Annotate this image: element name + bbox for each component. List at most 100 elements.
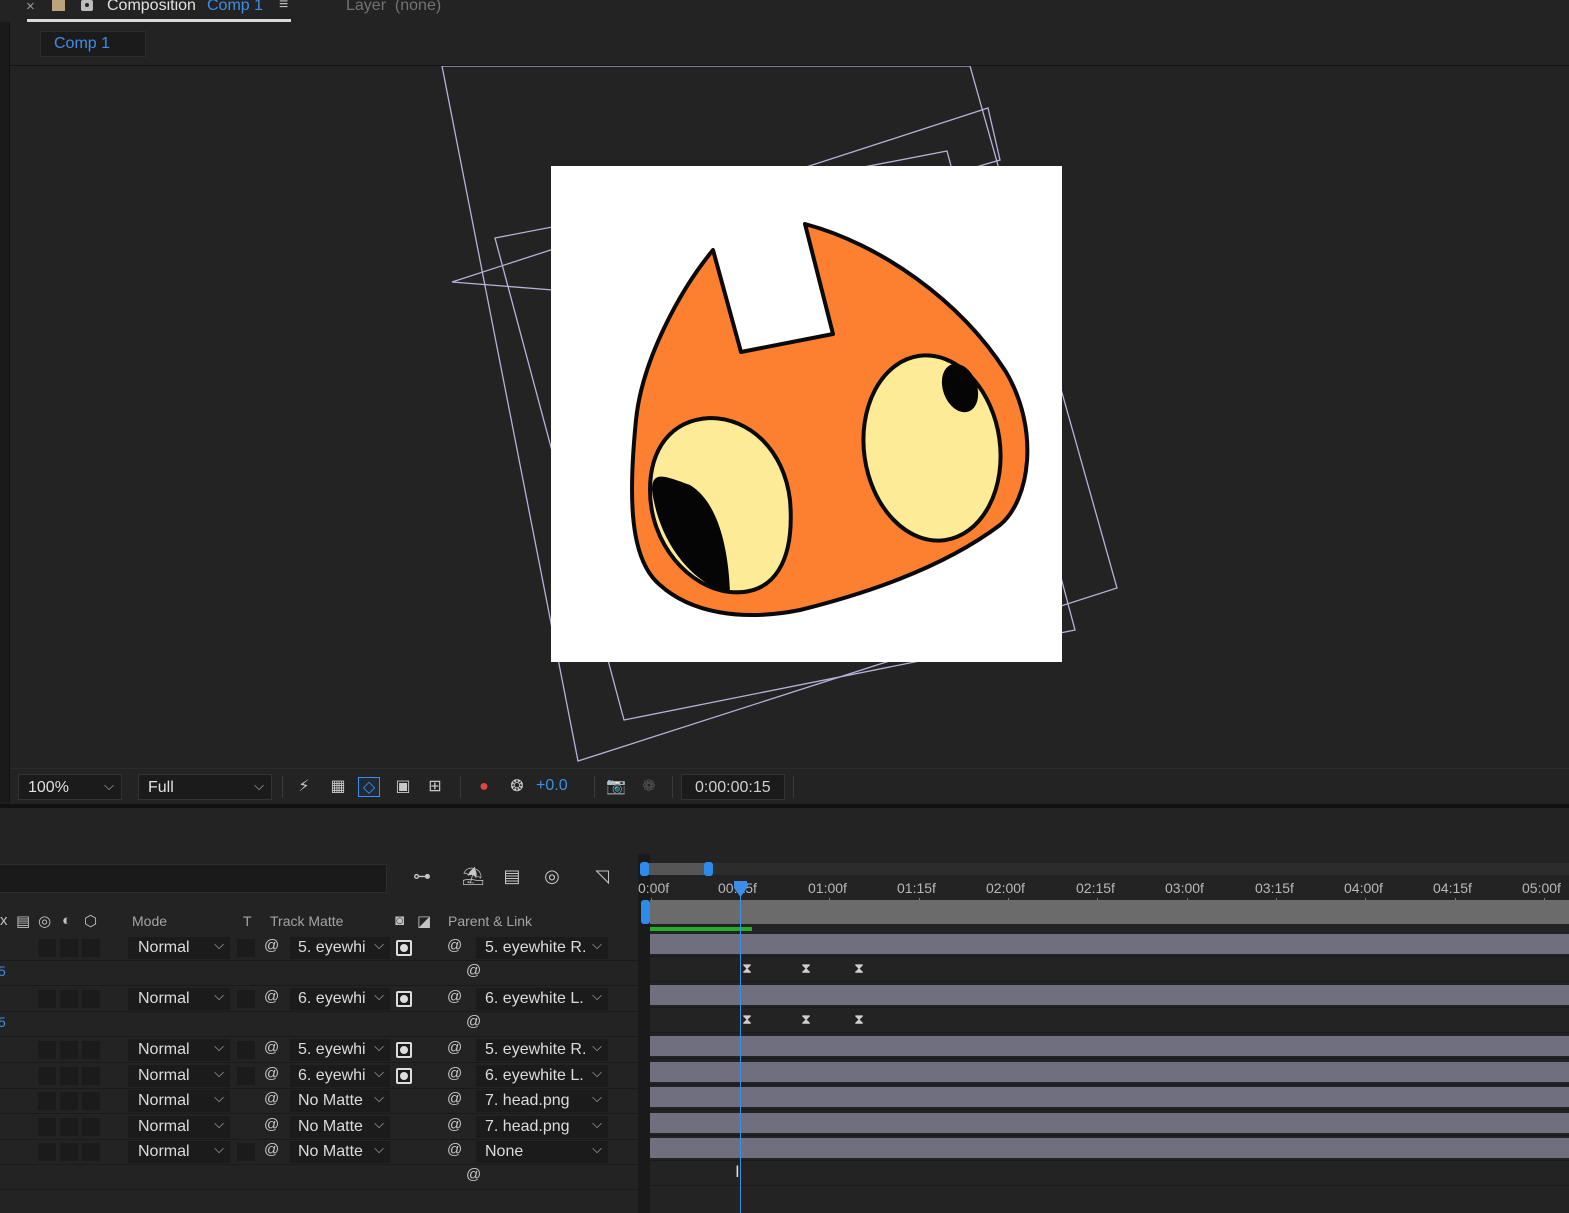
property-pickwhip-icon[interactable]: @ bbox=[466, 962, 481, 979]
property-row[interactable]: @ bbox=[0, 1165, 638, 1190]
layer-switch[interactable] bbox=[82, 939, 100, 957]
matte-alpha-toggle[interactable] bbox=[396, 940, 412, 956]
timeline-search-input[interactable] bbox=[0, 864, 387, 893]
layer-row[interactable]: Normal ⌵ @ 6. eyewhi ⌵ @ 6. eyewhite L. ⌵ bbox=[0, 1064, 638, 1089]
layer-switch[interactable] bbox=[60, 1118, 78, 1136]
layer-mode-dropdown[interactable]: Normal ⌵ bbox=[128, 1065, 230, 1087]
parent-pickwhip-icon[interactable]: @ bbox=[447, 1065, 462, 1082]
matte-pickwhip-icon[interactable]: @ bbox=[264, 1141, 279, 1158]
layer-row[interactable]: Normal ⌵ @ No Matte ⌵ @ 7. head.png ⌵ bbox=[0, 1115, 638, 1140]
layer-tab[interactable]: Layer (none) bbox=[346, 0, 441, 15]
matte-alpha-toggle[interactable] bbox=[396, 1068, 412, 1084]
layer-switch[interactable] bbox=[60, 939, 78, 957]
reset-exposure-icon[interactable]: ❂ bbox=[506, 777, 528, 797]
parent-dropdown[interactable]: None ⌵ bbox=[476, 1141, 608, 1163]
layer-duration-bar[interactable] bbox=[650, 1087, 1569, 1107]
layer-row[interactable]: Normal ⌵ @ No Matte ⌵ @ None ⌵ bbox=[0, 1140, 638, 1165]
track-matte-dropdown[interactable]: 5. eyewhi ⌵ bbox=[290, 1039, 390, 1061]
lock-icon[interactable] bbox=[81, 0, 93, 11]
parent-pickwhip-icon[interactable]: @ bbox=[447, 937, 462, 954]
layer-switch[interactable] bbox=[82, 1067, 100, 1085]
layer-track[interactable] bbox=[650, 1085, 1569, 1110]
layer-switch[interactable] bbox=[60, 1143, 78, 1161]
layer-switch[interactable] bbox=[38, 1092, 56, 1110]
layer-switch[interactable] bbox=[38, 1041, 56, 1059]
matte-alpha-toggle[interactable] bbox=[396, 991, 412, 1007]
keyframe-icon[interactable]: ⧗ bbox=[852, 961, 866, 975]
keyframe-icon[interactable]: ⧗ bbox=[799, 961, 813, 975]
parent-dropdown[interactable]: 7. head.png ⌵ bbox=[476, 1116, 608, 1138]
layer-switch[interactable] bbox=[38, 1067, 56, 1085]
fast-preview-icon[interactable]: ⚡ bbox=[293, 777, 315, 797]
track-matte-dropdown[interactable]: 6. eyewhi ⌵ bbox=[290, 1065, 390, 1087]
parent-dropdown[interactable]: 6. eyewhite L. ⌵ bbox=[476, 1065, 608, 1087]
keyframe-icon[interactable]: ⧗ bbox=[740, 961, 754, 975]
layer-switch[interactable] bbox=[82, 990, 100, 1008]
layer-mode-dropdown[interactable]: Normal ⌵ bbox=[128, 937, 230, 959]
layer-duration-bar[interactable] bbox=[650, 1113, 1569, 1133]
current-time-indicator-line[interactable] bbox=[740, 884, 741, 1213]
track-matte-dropdown[interactable]: 6. eyewhi ⌵ bbox=[290, 988, 390, 1010]
layer-mode-dropdown[interactable]: Normal ⌵ bbox=[128, 1090, 230, 1112]
snapshot-camera-icon[interactable]: 📷 bbox=[605, 777, 627, 797]
graph-editor-icon[interactable]: ◹ bbox=[588, 866, 616, 892]
composition-viewer[interactable] bbox=[10, 66, 1569, 768]
preserve-transparency-toggle[interactable] bbox=[237, 1041, 255, 1059]
time-navigator-start-handle[interactable] bbox=[640, 862, 649, 876]
preserve-transparency-toggle[interactable] bbox=[237, 990, 255, 1008]
time-navigator-track[interactable] bbox=[641, 863, 1569, 875]
close-tab-icon[interactable]: × bbox=[26, 0, 35, 15]
region-of-interest-icon[interactable]: ▣ bbox=[392, 777, 414, 797]
layer-track[interactable] bbox=[650, 1034, 1569, 1059]
layer-switch[interactable] bbox=[82, 1092, 100, 1110]
t-column-header[interactable]: T bbox=[243, 913, 252, 929]
current-time-display[interactable]: 0:00:00:15 bbox=[681, 774, 785, 800]
layer-mode-dropdown[interactable]: Normal ⌵ bbox=[128, 1116, 230, 1138]
time-navigator-range[interactable] bbox=[641, 863, 708, 875]
layer-switch[interactable] bbox=[82, 1143, 100, 1161]
keyframe-icon[interactable]: ⧗ bbox=[799, 1012, 813, 1026]
layer-switch[interactable] bbox=[38, 939, 56, 957]
property-pickwhip-icon[interactable]: @ bbox=[466, 1013, 481, 1030]
layer-switch[interactable] bbox=[38, 1143, 56, 1161]
parent-dropdown[interactable]: 7. head.png ⌵ bbox=[476, 1090, 608, 1112]
layer-switch[interactable] bbox=[60, 1041, 78, 1059]
track-matte-dropdown[interactable]: 5. eyewhi ⌵ bbox=[290, 937, 390, 959]
layer-mode-dropdown[interactable]: Normal ⌵ bbox=[128, 1039, 230, 1061]
property-value[interactable]: 5 bbox=[0, 1014, 6, 1030]
time-navigator-end-handle[interactable] bbox=[704, 862, 713, 876]
layer-switch[interactable] bbox=[82, 1041, 100, 1059]
layer-track[interactable] bbox=[650, 983, 1569, 1008]
transparency-grid-icon[interactable]: ▦ bbox=[327, 777, 349, 797]
layer-track[interactable] bbox=[650, 1060, 1569, 1085]
matte-pickwhip-icon[interactable]: @ bbox=[264, 988, 279, 1005]
resolution-dropdown[interactable]: Full ⌵ bbox=[138, 774, 272, 800]
track-matte-dropdown[interactable]: No Matte ⌵ bbox=[290, 1116, 390, 1138]
matte-alpha-toggle[interactable] bbox=[396, 1042, 412, 1058]
layer-mode-dropdown[interactable]: Normal ⌵ bbox=[128, 988, 230, 1010]
preserve-transparency-toggle[interactable] bbox=[237, 939, 255, 957]
layer-switch[interactable] bbox=[38, 1118, 56, 1136]
panel-menu-icon[interactable]: ≡ bbox=[279, 0, 288, 14]
property-track[interactable]: ⧗ ⧗ ⧗ bbox=[650, 957, 1569, 982]
layer-switch[interactable] bbox=[60, 990, 78, 1008]
work-area-bar[interactable] bbox=[650, 900, 1569, 924]
property-track[interactable] bbox=[650, 1161, 1569, 1186]
parent-pickwhip-icon[interactable]: @ bbox=[447, 988, 462, 1005]
composition-tab-name[interactable]: Comp 1 bbox=[207, 0, 263, 15]
property-pickwhip-icon[interactable]: @ bbox=[466, 1166, 481, 1183]
layer-switch[interactable] bbox=[60, 1067, 78, 1085]
parent-dropdown[interactable]: 5. eyewhite R. ⌵ bbox=[476, 937, 608, 959]
parent-dropdown[interactable]: 6. eyewhite L. ⌵ bbox=[476, 988, 608, 1010]
matte-pickwhip-icon[interactable]: @ bbox=[264, 1090, 279, 1107]
parent-pickwhip-icon[interactable]: @ bbox=[447, 1141, 462, 1158]
layer-duration-bar[interactable] bbox=[650, 1062, 1569, 1082]
work-area-start-handle[interactable] bbox=[641, 900, 650, 924]
show-channel-icon[interactable]: ● bbox=[473, 777, 495, 797]
preserve-transparency-toggle[interactable] bbox=[237, 1143, 255, 1161]
matte-pickwhip-icon[interactable]: @ bbox=[264, 1116, 279, 1133]
layer-track[interactable] bbox=[650, 1136, 1569, 1161]
layer-switch[interactable] bbox=[38, 990, 56, 1008]
current-time-indicator-head[interactable] bbox=[733, 880, 748, 898]
layer-duration-bar[interactable] bbox=[650, 1036, 1569, 1056]
